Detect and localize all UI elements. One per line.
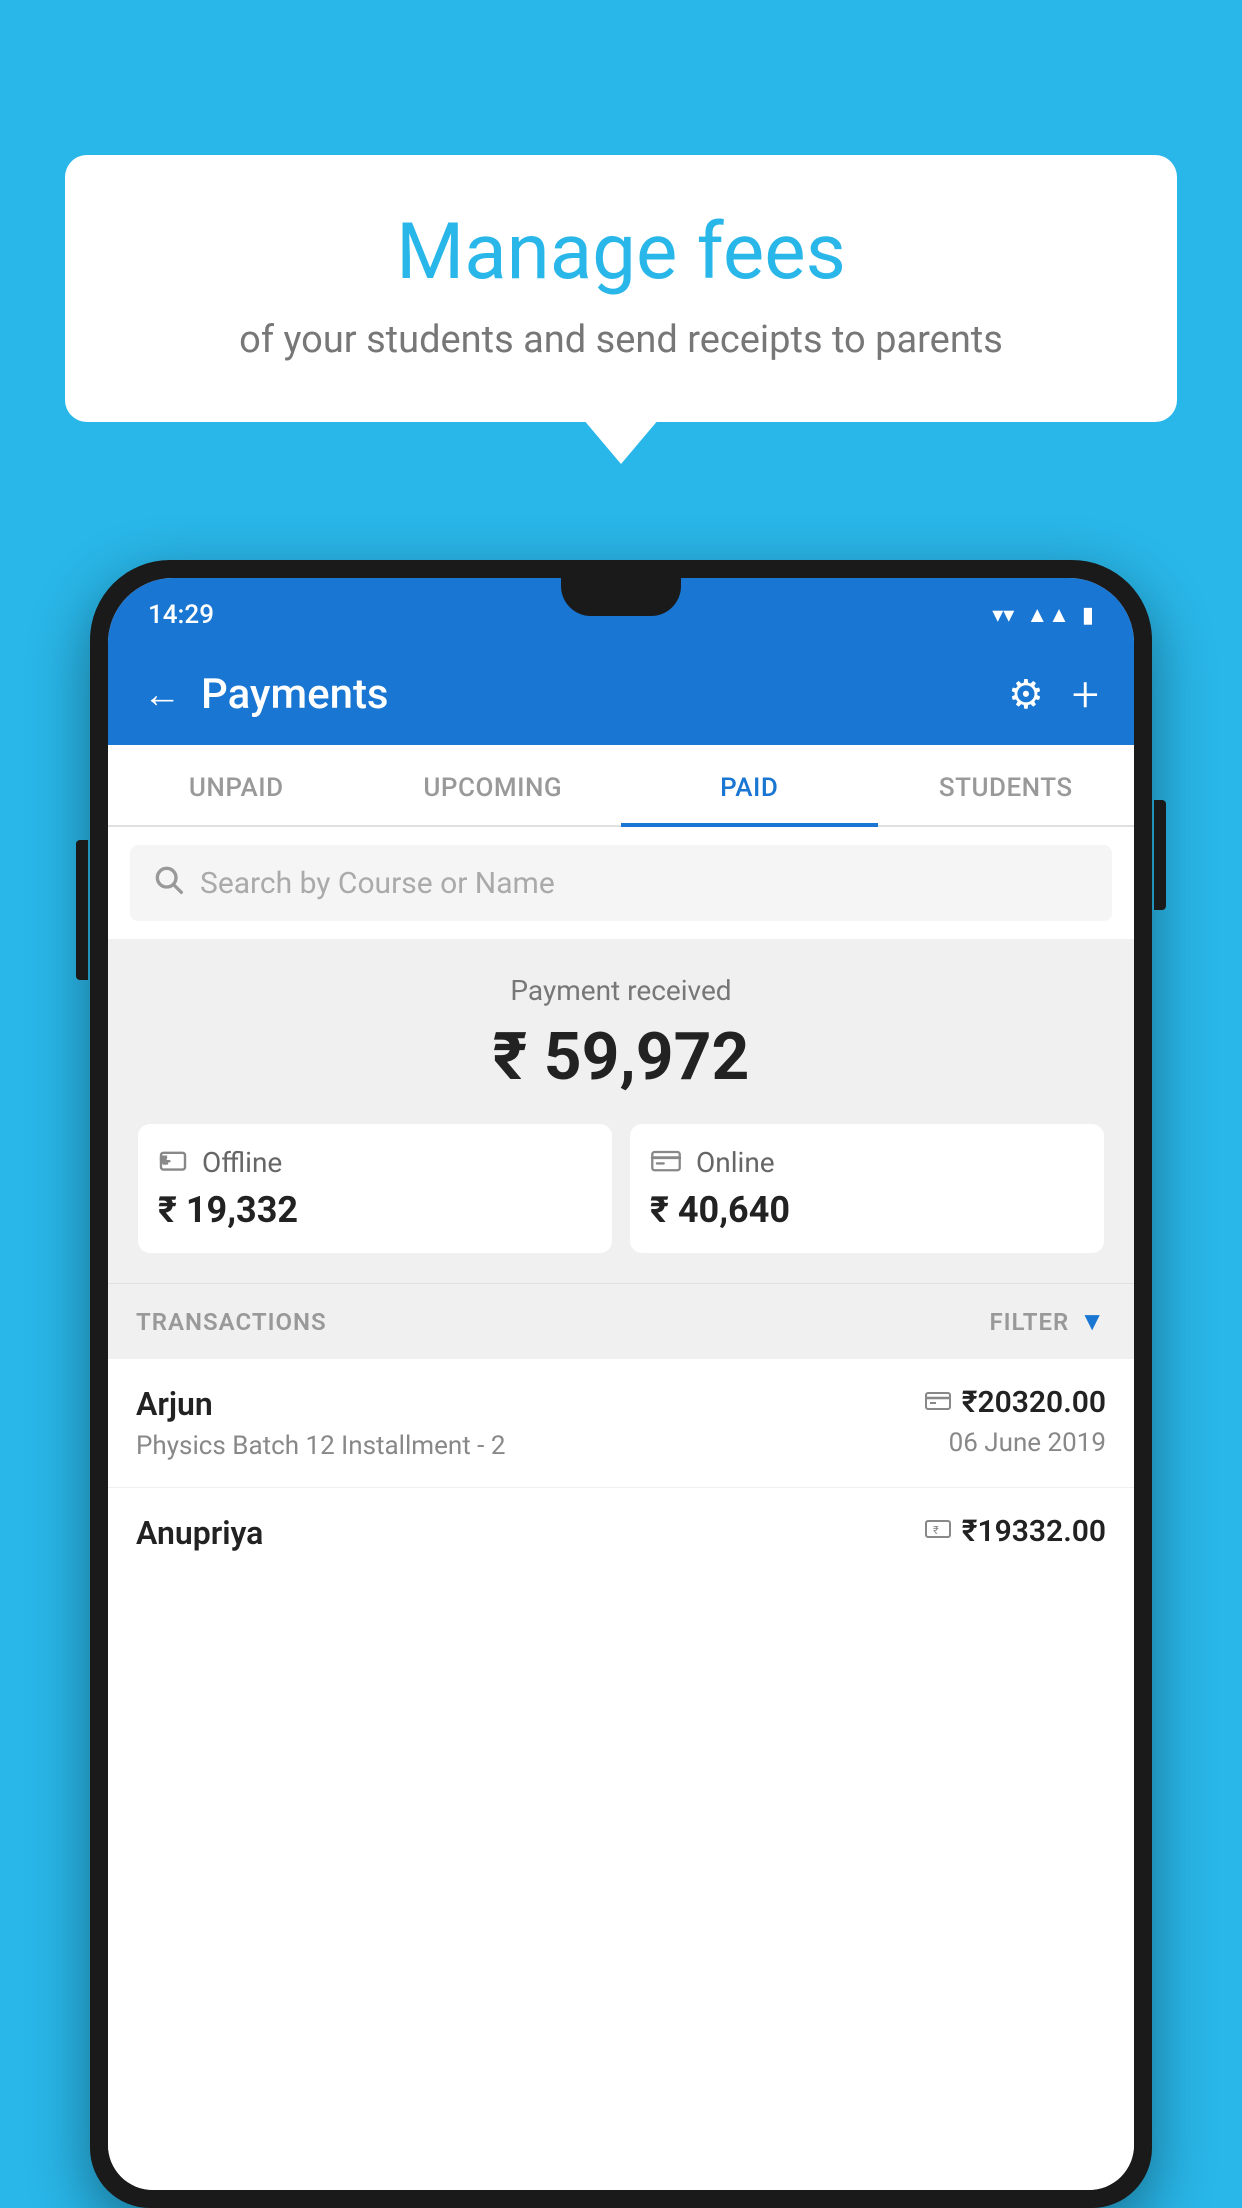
search-box[interactable]: Search by Course or Name [130, 845, 1112, 921]
txn-name: Anupriya [136, 1514, 263, 1552]
online-amount: ₹ 40,640 [650, 1189, 1084, 1231]
payment-total-amount: ₹ 59,972 [138, 1019, 1104, 1096]
add-icon[interactable]: + [1072, 666, 1099, 723]
status-icons: ▾▾ ▲▲ ▮ [992, 602, 1094, 628]
search-container: Search by Course or Name [108, 827, 1134, 939]
tab-paid[interactable]: PAID [621, 745, 878, 825]
cash-payment-icon: ₹ [924, 1517, 952, 1547]
tab-unpaid[interactable]: UNPAID [108, 745, 365, 825]
signal-icon: ▲▲ [1026, 602, 1070, 628]
payment-summary: Payment received ₹ 59,972 ₹ [108, 939, 1134, 1283]
phone-frame: 14:29 ▾▾ ▲▲ ▮ ← Payments ⚙ + [90, 560, 1152, 2208]
page-title: Payments [201, 670, 389, 719]
tabs-bar: UNPAID UPCOMING PAID STUDENTS [108, 745, 1134, 827]
online-payment-card: Online ₹ 40,640 [630, 1124, 1104, 1253]
txn-amount-row: ₹20320.00 [924, 1385, 1106, 1420]
bubble-subtitle: of your students and send receipts to pa… [125, 314, 1117, 367]
txn-right: ₹20320.00 06 June 2019 [924, 1385, 1106, 1458]
header-right: ⚙ + [1008, 666, 1099, 723]
offline-icon: ₹ [158, 1146, 188, 1179]
svg-text:₹: ₹ [933, 1524, 939, 1537]
transactions-header: TRANSACTIONS FILTER ▼ [108, 1283, 1134, 1359]
phone-wrapper: 14:29 ▾▾ ▲▲ ▮ ← Payments ⚙ + [90, 560, 1152, 2208]
status-bar: 14:29 ▾▾ ▲▲ ▮ [108, 578, 1134, 648]
table-row[interactable]: Anupriya ₹ ₹19332.00 [108, 1488, 1134, 1560]
filter-button[interactable]: FILTER ▼ [989, 1306, 1106, 1337]
payment-received-label: Payment received [138, 974, 1104, 1007]
search-icon [152, 863, 184, 903]
transactions-label: TRANSACTIONS [136, 1308, 327, 1336]
phone-screen: 14:29 ▾▾ ▲▲ ▮ ← Payments ⚙ + [108, 578, 1134, 2190]
notch [561, 578, 681, 616]
offline-label: Offline [202, 1146, 282, 1179]
txn-left: Arjun Physics Batch 12 Installment - 2 [136, 1385, 505, 1461]
back-button[interactable]: ← [143, 673, 181, 717]
txn-amount: ₹20320.00 [962, 1385, 1106, 1420]
wifi-icon: ▾▾ [992, 603, 1014, 628]
txn-date: 06 June 2019 [924, 1428, 1106, 1458]
speech-bubble-container: Manage fees of your students and send re… [65, 155, 1177, 422]
online-label: Online [696, 1146, 775, 1179]
payment-cards: ₹ Offline ₹ 19,332 [138, 1124, 1104, 1253]
filter-label: FILTER [989, 1308, 1069, 1336]
txn-right: ₹ ₹19332.00 [924, 1514, 1106, 1557]
card-payment-icon [924, 1388, 952, 1418]
txn-name: Arjun [136, 1385, 505, 1423]
online-card-header: Online [650, 1146, 1084, 1179]
txn-course: Physics Batch 12 Installment - 2 [136, 1431, 505, 1461]
search-input[interactable]: Search by Course or Name [200, 866, 555, 901]
tab-upcoming[interactable]: UPCOMING [365, 745, 622, 825]
tab-students[interactable]: STUDENTS [878, 745, 1135, 825]
battery-icon: ▮ [1082, 603, 1094, 628]
txn-amount-row: ₹ ₹19332.00 [924, 1514, 1106, 1549]
bubble-title: Manage fees [125, 210, 1117, 296]
transactions-list: Arjun Physics Batch 12 Installment - 2 [108, 1359, 1134, 2190]
offline-amount: ₹ 19,332 [158, 1189, 592, 1231]
header-left: ← Payments [143, 670, 389, 719]
settings-icon[interactable]: ⚙ [1008, 671, 1044, 718]
txn-amount: ₹19332.00 [962, 1514, 1106, 1549]
offline-payment-card: ₹ Offline ₹ 19,332 [138, 1124, 612, 1253]
offline-card-header: ₹ Offline [158, 1146, 592, 1179]
txn-left: Anupriya [136, 1514, 263, 1560]
app-header: ← Payments ⚙ + [108, 648, 1134, 745]
filter-icon: ▼ [1079, 1306, 1106, 1337]
table-row[interactable]: Arjun Physics Batch 12 Installment - 2 [108, 1359, 1134, 1488]
speech-bubble: Manage fees of your students and send re… [65, 155, 1177, 422]
svg-text:₹: ₹ [161, 1156, 166, 1167]
status-time: 14:29 [148, 600, 214, 630]
online-icon [650, 1146, 682, 1179]
